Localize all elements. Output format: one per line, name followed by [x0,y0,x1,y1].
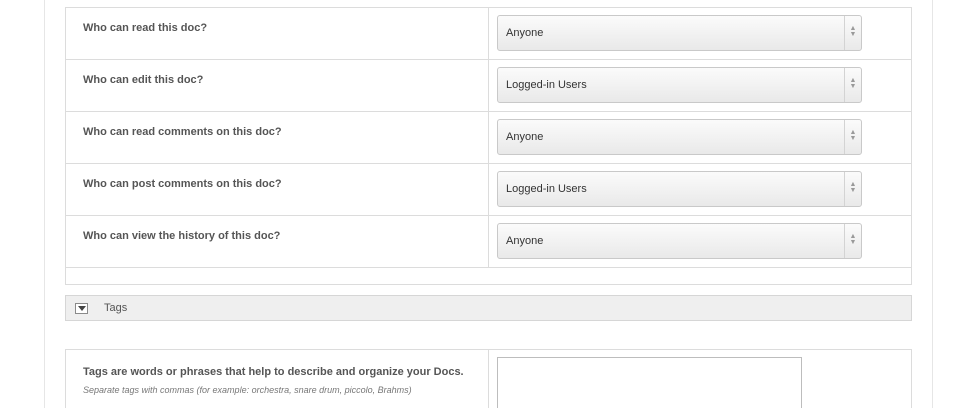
select-divider [844,16,845,50]
permission-label-cell: Who can read this doc? [66,8,489,59]
permission-label-cell: Who can view the history of this doc? [66,216,489,267]
view-history-select[interactable]: Anyone ▲ ▼ [497,223,862,259]
content-border-right [932,0,933,408]
read-comments-select[interactable]: Anyone ▲ ▼ [497,119,862,155]
doc-settings-page: Who can read this doc? Anyone ▲ ▼ Who can… [0,0,980,408]
triangle-down-icon[interactable] [75,303,88,314]
select-arrows-icon: ▲ ▼ [849,181,857,194]
tags-section-header[interactable]: Tags [65,295,912,321]
tags-description: Tags are words or phrases that help to d… [83,366,464,378]
permission-row-edit-doc: Who can edit this doc? Logged-in Users ▲… [66,60,911,112]
select-value: Anyone [506,131,544,143]
select-divider [844,172,845,206]
select-value: Logged-in Users [506,183,587,195]
select-divider [844,120,845,154]
permission-label-cell: Who can edit this doc? [66,60,489,111]
select-arrows-icon: ▲ ▼ [849,25,857,38]
permission-row-view-history: Who can view the history of this doc? An… [66,216,911,268]
select-value: Anyone [506,235,544,247]
permission-label-cell: Who can read comments on this doc? [66,112,489,163]
tags-input[interactable] [497,357,802,408]
edit-doc-select[interactable]: Logged-in Users ▲ ▼ [497,67,862,103]
select-arrows-icon: ▲ ▼ [849,233,857,246]
permission-label: Who can read comments on this doc? [83,126,282,138]
select-arrows-icon: ▲ ▼ [849,129,857,142]
tags-section-title: Tags [104,302,128,314]
permissions-table: Who can read this doc? Anyone ▲ ▼ Who can… [65,7,912,285]
tags-panel: Tags are words or phrases that help to d… [65,349,912,408]
read-doc-select[interactable]: Anyone ▲ ▼ [497,15,862,51]
post-comments-select[interactable]: Logged-in Users ▲ ▼ [497,171,862,207]
tags-hint: Separate tags with commas (for example: … [83,385,412,395]
permission-label-cell: Who can post comments on this doc? [66,164,489,215]
permission-label: Who can view the history of this doc? [83,230,281,242]
select-arrows-icon: ▲ ▼ [849,77,857,90]
permission-label: Who can read this doc? [83,22,208,34]
select-divider [844,68,845,102]
select-value: Anyone [506,27,544,39]
permission-row-read-doc: Who can read this doc? Anyone ▲ ▼ [66,8,911,60]
permission-row-read-comments: Who can read comments on this doc? Anyon… [66,112,911,164]
content-border-left [44,0,45,408]
permission-label: Who can edit this doc? [83,74,204,86]
tags-label-cell: Tags are words or phrases that help to d… [66,350,489,408]
permission-label: Who can post comments on this doc? [83,178,282,190]
select-value: Logged-in Users [506,79,587,91]
permission-row-post-comments: Who can post comments on this doc? Logge… [66,164,911,216]
select-divider [844,224,845,258]
